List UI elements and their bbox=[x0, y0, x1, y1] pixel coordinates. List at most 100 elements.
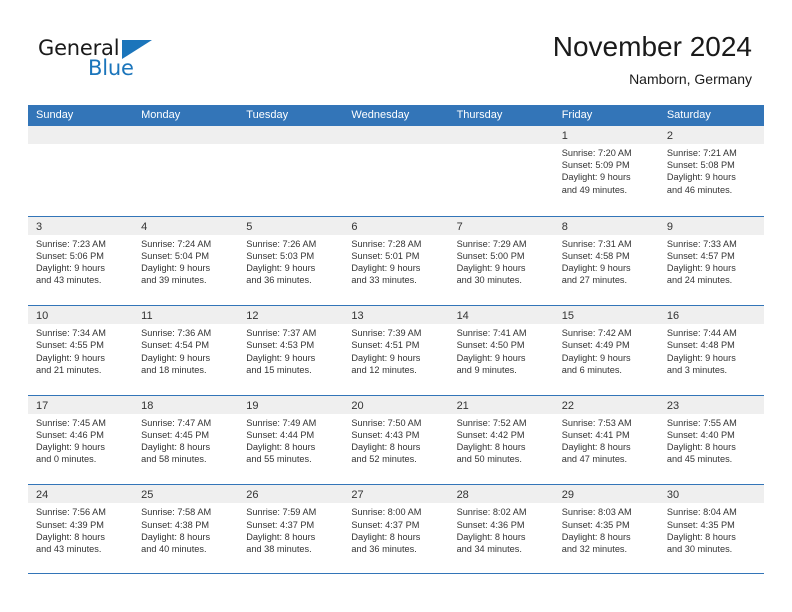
day-cell-21[interactable]: 21 Sunrise: 7:52 AM Sunset: 4:42 PM Dayligh… bbox=[448, 395, 554, 485]
day-number: 29 bbox=[561, 489, 574, 502]
day-cell-empty bbox=[238, 126, 344, 216]
sunset-text: Sunset: 4:49 PM bbox=[561, 340, 630, 351]
day-sun-info: Sunrise: 7:23 AM Sunset: 5:06 PM Daylight:… bbox=[28, 235, 133, 287]
sunrise-text: Sunrise: 7:47 AM bbox=[141, 417, 212, 428]
daylight-text: and 27 minutes. bbox=[561, 275, 628, 286]
day-number-strip: 11 bbox=[133, 306, 239, 325]
day-number-strip: 8 bbox=[553, 216, 659, 235]
day-number-strip: 15 bbox=[553, 306, 659, 325]
day-cell-22[interactable]: 22 Sunrise: 7:53 AM Sunset: 4:41 PM Dayligh… bbox=[553, 395, 659, 485]
day-sun-info: Sunrise: 7:36 AM Sunset: 4:54 PM Daylight:… bbox=[133, 324, 238, 376]
day-number-strip: 18 bbox=[133, 395, 239, 414]
day-sun-info: Sunrise: 8:00 AM Sunset: 4:37 PM Daylight:… bbox=[343, 503, 448, 555]
day-number-strip: 13 bbox=[343, 306, 449, 325]
sunrise-text: Sunrise: 7:39 AM bbox=[351, 328, 422, 339]
day-number-strip: 6 bbox=[343, 216, 449, 235]
day-cell-4[interactable]: 4 Sunrise: 7:24 AM Sunset: 5:04 PM Daylight… bbox=[133, 216, 239, 306]
day-cell-7[interactable]: 7 Sunrise: 7:29 AM Sunset: 5:00 PM Daylight… bbox=[448, 216, 554, 306]
sunset-text: Sunset: 4:37 PM bbox=[351, 519, 420, 530]
day-sun-info: Sunrise: 7:44 AM Sunset: 4:48 PM Daylight:… bbox=[659, 324, 764, 376]
day-cell-26[interactable]: 26 Sunrise: 7:59 AM Sunset: 4:37 PM Dayligh… bbox=[238, 485, 344, 573]
day-number: 21 bbox=[456, 399, 469, 412]
day-number: 8 bbox=[561, 220, 568, 233]
sunset-text: Sunset: 5:01 PM bbox=[351, 250, 420, 261]
sunrise-text: Sunrise: 7:28 AM bbox=[351, 238, 422, 249]
calendar-week-row: 10 Sunrise: 7:34 AM Sunset: 4:55 PM Dayligh… bbox=[28, 305, 764, 395]
day-cell-6[interactable]: 6 Sunrise: 7:28 AM Sunset: 5:01 PM Daylight… bbox=[343, 216, 449, 306]
day-number: 2 bbox=[666, 130, 673, 142]
day-cell-empty bbox=[133, 126, 239, 216]
day-cell-23[interactable]: 23 Sunrise: 7:55 AM Sunset: 4:40 PM Dayligh… bbox=[658, 395, 764, 485]
day-number: 9 bbox=[666, 220, 673, 233]
day-cell-5[interactable]: 5 Sunrise: 7:26 AM Sunset: 5:03 PM Daylight… bbox=[238, 216, 344, 306]
day-number: 4 bbox=[141, 220, 148, 233]
general-blue-logo[interactable]: General Blue bbox=[38, 36, 158, 82]
page-title: November 2024 bbox=[552, 31, 752, 62]
day-number: 1 bbox=[561, 130, 568, 142]
day-cell-15[interactable]: 15 Sunrise: 7:42 AM Sunset: 4:49 PM Dayligh… bbox=[553, 306, 659, 395]
sunrise-text: Sunrise: 7:31 AM bbox=[561, 238, 632, 249]
day-number-strip: 27 bbox=[343, 485, 449, 504]
day-number-strip bbox=[133, 126, 239, 144]
day-number-strip bbox=[448, 126, 554, 144]
day-cell-14[interactable]: 14 Sunrise: 7:41 AM Sunset: 4:50 PM Dayligh… bbox=[448, 306, 554, 395]
day-number-strip: 12 bbox=[238, 306, 344, 325]
daylight-text: and 47 minutes. bbox=[561, 454, 628, 465]
day-cell-30[interactable]: 30 Sunrise: 8:04 AM Sunset: 4:35 PM Dayligh… bbox=[658, 485, 764, 573]
weekday-header-sunday: Sunday bbox=[36, 109, 74, 121]
day-cell-27[interactable]: 27 Sunrise: 8:00 AM Sunset: 4:37 PM Dayligh… bbox=[343, 485, 449, 573]
sunset-text: Sunset: 4:44 PM bbox=[246, 429, 315, 440]
day-cell-19[interactable]: 19 Sunrise: 7:49 AM Sunset: 4:44 PM Dayligh… bbox=[238, 395, 344, 485]
day-sun-info: Sunrise: 8:04 AM Sunset: 4:35 PM Daylight:… bbox=[659, 503, 764, 555]
day-sun-info: Sunrise: 7:52 AM Sunset: 4:42 PM Daylight:… bbox=[449, 414, 554, 466]
day-sun-info: Sunrise: 7:20 AM Sunset: 5:09 PM Daylight:… bbox=[554, 144, 659, 196]
daylight-text: Daylight: 9 hours bbox=[351, 263, 421, 273]
day-sun-info: Sunrise: 7:21 AM Sunset: 5:08 PM Daylight:… bbox=[659, 144, 764, 196]
day-number: 3 bbox=[36, 220, 43, 233]
calendar-week-row: 3 Sunrise: 7:23 AM Sunset: 5:06 PM Daylight… bbox=[28, 215, 764, 306]
day-number-strip: 9 bbox=[658, 216, 764, 235]
sunset-text: Sunset: 4:39 PM bbox=[36, 519, 104, 530]
day-cell-17[interactable]: 17 Sunrise: 7:45 AM Sunset: 4:46 PM Dayligh… bbox=[28, 395, 134, 485]
day-cell-11[interactable]: 11 Sunrise: 7:36 AM Sunset: 4:54 PM Dayligh… bbox=[133, 306, 239, 395]
day-cell-2[interactable]: 2 Sunrise: 7:21 AM Sunset: 5:08 PM Daylight… bbox=[658, 126, 764, 216]
day-number: 25 bbox=[141, 489, 154, 502]
calendar-grid: Sunday Monday Tuesday Wednesday Thursday Frid… bbox=[28, 105, 764, 574]
day-cell-25[interactable]: 25 Sunrise: 7:58 AM Sunset: 4:38 PM Dayligh… bbox=[133, 485, 239, 573]
sunset-text: Sunset: 4:45 PM bbox=[141, 429, 210, 440]
sunset-text: Sunset: 5:08 PM bbox=[666, 160, 735, 171]
day-cell-20[interactable]: 20 Sunrise: 7:50 AM Sunset: 4:43 PM Dayligh… bbox=[343, 395, 449, 485]
sunset-text: Sunset: 4:54 PM bbox=[141, 340, 210, 351]
day-number-strip: 1 bbox=[553, 126, 659, 144]
sunset-text: Sunset: 5:00 PM bbox=[456, 250, 525, 261]
day-number: 20 bbox=[351, 399, 364, 412]
sunrise-text: Sunrise: 7:33 AM bbox=[666, 238, 737, 249]
daylight-text: and 3 minutes. bbox=[666, 364, 728, 375]
day-cell-8[interactable]: 8 Sunrise: 7:31 AM Sunset: 4:58 PM Daylight… bbox=[553, 216, 659, 306]
day-cell-28[interactable]: 28 Sunrise: 8:02 AM Sunset: 4:36 PM Dayligh… bbox=[448, 485, 554, 573]
day-cell-24[interactable]: 24 Sunrise: 7:56 AM Sunset: 4:39 PM Dayligh… bbox=[28, 485, 134, 573]
daylight-text: and 58 minutes. bbox=[141, 454, 207, 465]
day-cell-13[interactable]: 13 Sunrise: 7:39 AM Sunset: 4:51 PM Dayligh… bbox=[343, 306, 449, 395]
daylight-text: Daylight: 8 hours bbox=[351, 442, 421, 453]
day-sun-info: Sunrise: 7:45 AM Sunset: 4:46 PM Daylight:… bbox=[28, 414, 133, 466]
daylight-text: Daylight: 8 hours bbox=[141, 442, 211, 453]
daylight-text: Daylight: 8 hours bbox=[666, 531, 736, 542]
day-cell-3[interactable]: 3 Sunrise: 7:23 AM Sunset: 5:06 PM Daylight… bbox=[28, 216, 134, 306]
sunrise-text: Sunrise: 7:23 AM bbox=[36, 238, 106, 249]
sunrise-text: Sunrise: 7:36 AM bbox=[141, 328, 212, 339]
day-number-strip: 5 bbox=[238, 216, 344, 235]
day-cell-1[interactable]: 1 Sunrise: 7:20 AM Sunset: 5:09 PM Daylight… bbox=[553, 126, 659, 216]
day-number: 23 bbox=[666, 399, 680, 412]
day-cell-16[interactable]: 16 Sunrise: 7:44 AM Sunset: 4:48 PM Dayligh… bbox=[658, 306, 764, 395]
day-cell-12[interactable]: 12 Sunrise: 7:37 AM Sunset: 4:53 PM Dayligh… bbox=[238, 306, 344, 395]
day-cell-9[interactable]: 9 Sunrise: 7:33 AM Sunset: 4:57 PM Daylight… bbox=[658, 216, 764, 306]
sunset-text: Sunset: 4:41 PM bbox=[561, 429, 630, 440]
day-cell-10[interactable]: 10 Sunrise: 7:34 AM Sunset: 4:55 PM Dayligh… bbox=[28, 306, 134, 395]
daylight-text: Daylight: 8 hours bbox=[246, 442, 316, 453]
daylight-text: Daylight: 9 hours bbox=[351, 352, 421, 363]
daylight-text: Daylight: 9 hours bbox=[561, 352, 631, 363]
day-cell-18[interactable]: 18 Sunrise: 7:47 AM Sunset: 4:45 PM Dayligh… bbox=[133, 395, 239, 485]
weekday-header-wednesday: Wednesday bbox=[351, 109, 410, 121]
day-cell-29[interactable]: 29 Sunrise: 8:03 AM Sunset: 4:35 PM Dayligh… bbox=[553, 485, 659, 573]
